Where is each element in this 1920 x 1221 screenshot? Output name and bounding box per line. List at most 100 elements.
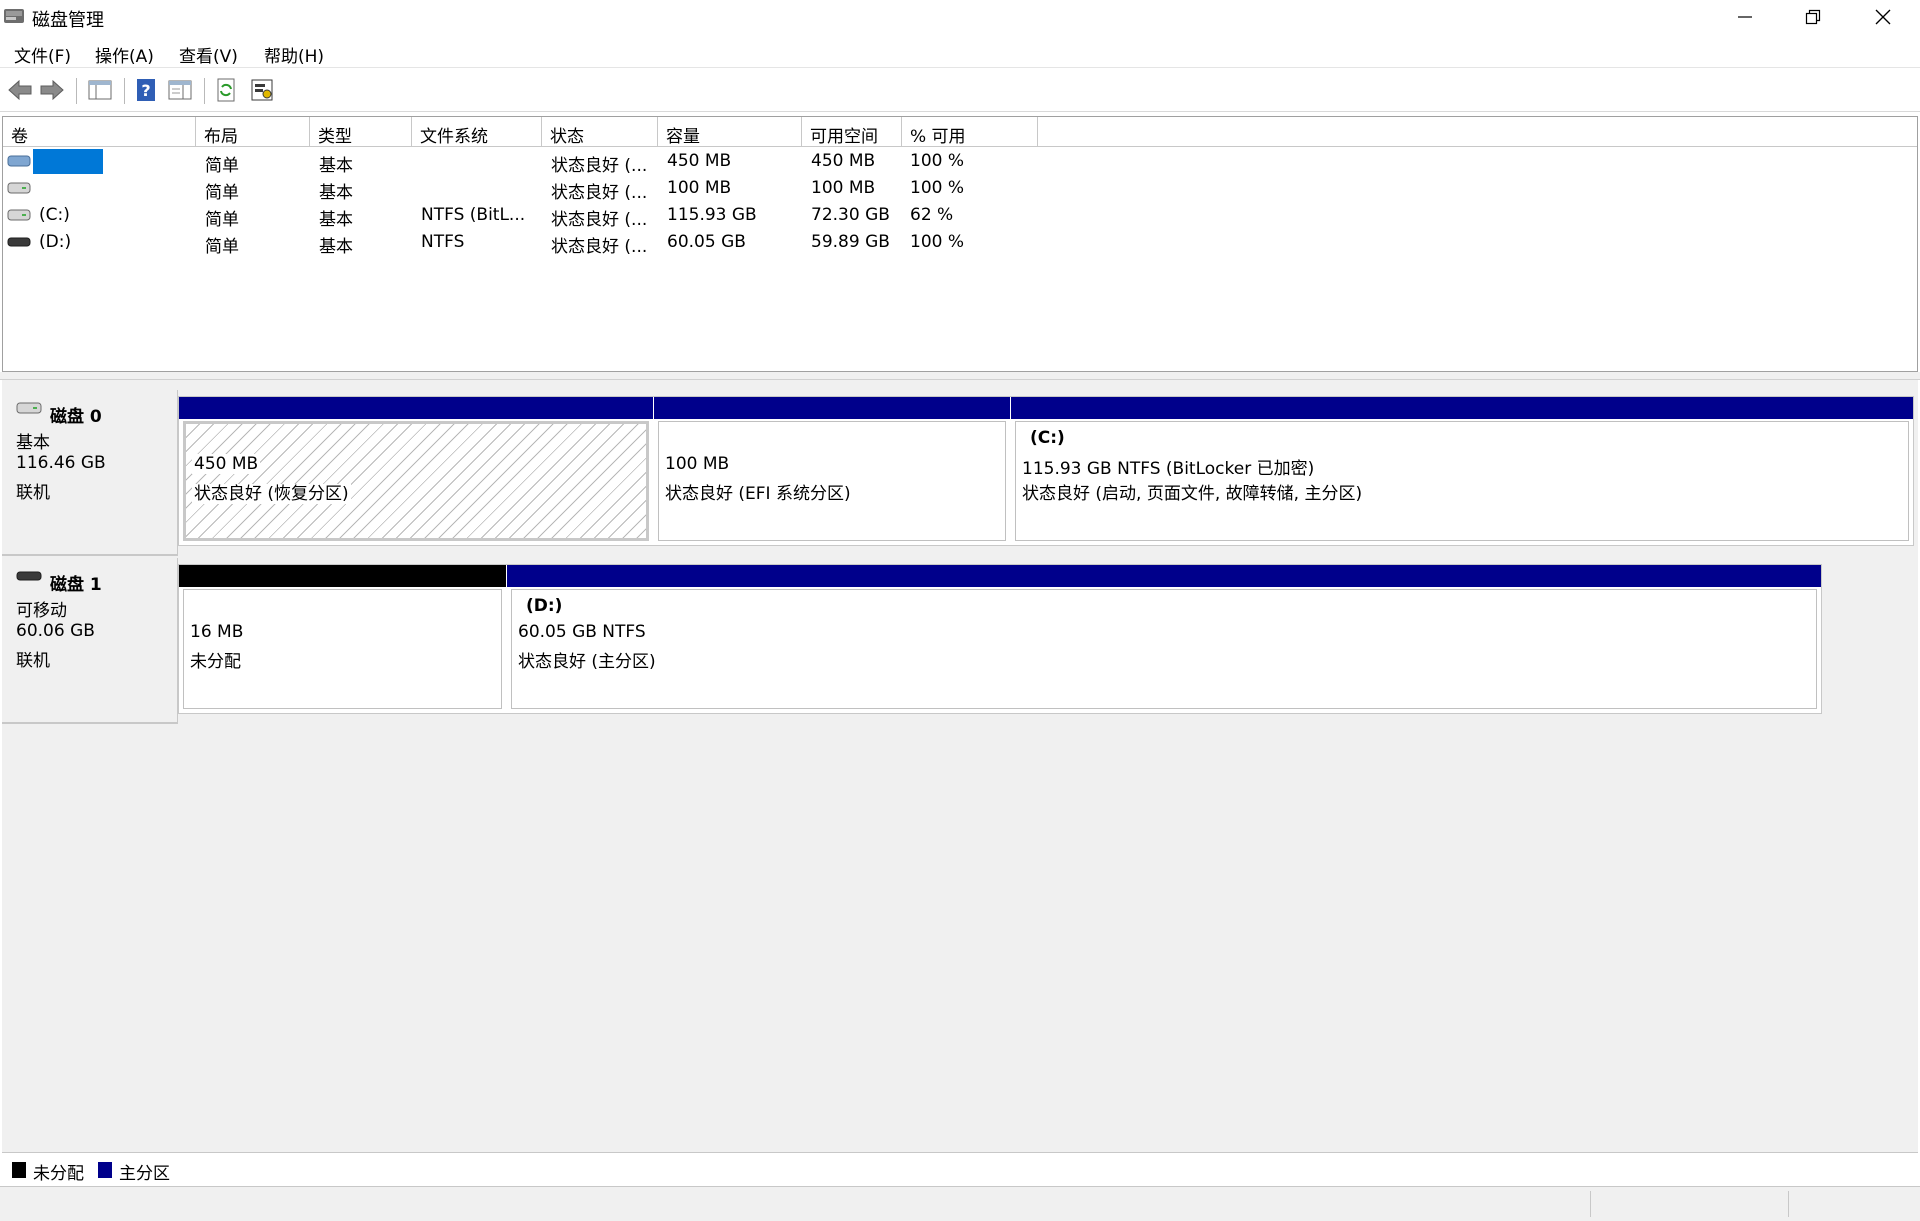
cell-free-space: 72.30 GB	[811, 205, 890, 225]
disk-name: 磁盘 0	[50, 407, 102, 427]
partition-body: 100 MB 状态良好 (EFI 系统分区)	[658, 421, 1006, 541]
partition-size: 450 MB	[192, 454, 261, 474]
cell-filesystem: NTFS	[421, 232, 465, 252]
volume-list[interactable]: 卷 布局 类型 文件系统 状态 容量 可用空间 % 可用 简单 基本 状态良好 …	[2, 116, 1918, 372]
close-icon	[1875, 9, 1891, 25]
toolbar-separator	[204, 78, 205, 104]
cell-layout: 简单	[205, 237, 239, 257]
toolbar: ?	[0, 70, 1920, 112]
help-button[interactable]: ?	[132, 76, 160, 104]
partition-efi[interactable]: 100 MB 状态良好 (EFI 系统分区)	[654, 397, 1010, 545]
forward-button[interactable]	[38, 76, 66, 104]
partition-letter: (D:)	[526, 596, 563, 616]
column-header-volume[interactable]: 卷	[3, 117, 196, 147]
cell-percent-free: 100 %	[910, 232, 965, 252]
partition-size: 16 MB	[190, 622, 244, 642]
drive-icon	[7, 209, 31, 221]
partition-recovery[interactable]: 450 MB 状态良好 (恢复分区)	[179, 397, 653, 545]
toolbar-separator	[124, 78, 125, 104]
cell-percent-free: 100 %	[910, 151, 965, 171]
back-button[interactable]	[6, 76, 34, 104]
properties-button[interactable]	[248, 76, 276, 104]
disk-name: 磁盘 1	[50, 575, 102, 595]
menu-help[interactable]: 帮助(H)	[264, 42, 324, 67]
refresh-button[interactable]	[212, 76, 240, 104]
cell-layout: 简单	[205, 183, 239, 203]
restore-button[interactable]	[1778, 0, 1848, 34]
disk-kind: 可移动	[16, 601, 67, 621]
cell-layout: 简单	[205, 210, 239, 230]
partition-unallocated[interactable]: 16 MB 未分配	[179, 565, 506, 713]
table-row[interactable]: (D:) 简单 基本 NTFS 状态良好 (... 60.05 GB 59.89…	[3, 229, 1103, 257]
partition-d[interactable]: (D:) 60.05 GB NTFS 状态良好 (主分区)	[507, 565, 1821, 713]
cell-capacity: 115.93 GB	[667, 205, 757, 225]
title-bar: 磁盘管理	[0, 0, 1920, 34]
partition-status: 状态良好 (启动, 页面文件, 故障转储, 主分区)	[1022, 484, 1363, 504]
removable-disk-icon	[16, 571, 42, 581]
column-header-free-space[interactable]: 可用空间	[802, 117, 902, 147]
help-icon: ?	[137, 79, 155, 101]
column-header-type[interactable]: 类型	[310, 117, 412, 147]
table-row[interactable]: (C:) 简单 基本 NTFS (BitL... 状态良好 (... 115.9…	[3, 202, 1103, 230]
cell-free-space: 450 MB	[811, 151, 876, 171]
disk-0-info[interactable]: 磁盘 0 基本 116.46 GB 联机	[2, 390, 178, 556]
pane-splitter[interactable]	[0, 372, 1920, 380]
cell-status: 状态良好 (...	[551, 210, 648, 230]
table-row[interactable]: 简单 基本 状态良好 (... 450 MB 450 MB 100 %	[3, 148, 1103, 176]
column-header-status[interactable]: 状态	[542, 117, 658, 147]
disk-size: 116.46 GB	[16, 453, 106, 473]
partition-status: 状态良好 (恢复分区)	[192, 484, 351, 504]
disk-state: 联机	[16, 483, 50, 503]
details-pane-icon	[168, 80, 192, 100]
cell-type: 基本	[319, 237, 353, 257]
partition-status: 状态良好 (EFI 系统分区)	[665, 484, 851, 504]
properties-icon	[251, 79, 273, 101]
disk-management-app-icon	[4, 9, 24, 23]
partition-c[interactable]: (C:) 115.93 GB NTFS (BitLocker 已加密) 状态良好…	[1011, 397, 1913, 545]
cell-free-space: 59.89 GB	[811, 232, 890, 252]
column-header-filesystem[interactable]: 文件系统	[412, 117, 542, 147]
svg-text:?: ?	[141, 81, 150, 100]
disk-state: 联机	[16, 651, 50, 671]
volume-icon	[7, 155, 31, 167]
partition-color-bar	[507, 565, 1821, 587]
partition-color-bar	[1011, 397, 1913, 419]
cell-layout: 简单	[205, 156, 239, 176]
removable-drive-icon	[7, 237, 31, 247]
console-tree-button[interactable]	[86, 76, 114, 104]
window-title: 磁盘管理	[32, 10, 104, 31]
cell-status: 状态良好 (...	[551, 156, 648, 176]
cell-capacity: 450 MB	[667, 151, 732, 171]
disk-0-partitions: 450 MB 状态良好 (恢复分区) 100 MB 状态良好 (EFI 系统分区…	[178, 396, 1914, 546]
hard-disk-icon	[16, 402, 42, 414]
column-header-capacity[interactable]: 容量	[658, 117, 802, 147]
disk-kind: 基本	[16, 433, 50, 453]
partition-body: 16 MB 未分配	[183, 589, 502, 709]
table-row[interactable]: 简单 基本 状态良好 (... 100 MB 100 MB 100 %	[3, 175, 1103, 203]
volume-name-selected[interactable]	[33, 149, 103, 174]
details-pane-button[interactable]	[166, 76, 194, 104]
menu-bar: 文件(F) 操作(A) 查看(V) 帮助(H)	[0, 36, 1920, 68]
close-button[interactable]	[1848, 0, 1918, 34]
column-header-percent-free[interactable]: % 可用	[902, 117, 1038, 147]
status-bar	[0, 1186, 1920, 1221]
column-header-layout[interactable]: 布局	[196, 117, 310, 147]
minimize-button[interactable]	[1710, 0, 1780, 34]
back-arrow-icon	[8, 79, 32, 101]
partition-color-bar	[179, 397, 653, 419]
toolbar-separator	[76, 78, 77, 104]
menu-action[interactable]: 操作(A)	[95, 42, 154, 67]
menu-file[interactable]: 文件(F)	[14, 42, 71, 67]
partition-body: (C:) 115.93 GB NTFS (BitLocker 已加密) 状态良好…	[1015, 421, 1909, 541]
menu-view[interactable]: 查看(V)	[179, 42, 238, 67]
disk-size: 60.06 GB	[16, 621, 95, 641]
partition-status: 未分配	[190, 652, 241, 672]
legend-primary-label: 主分区	[119, 1164, 170, 1184]
cell-status: 状态良好 (...	[551, 183, 648, 203]
cell-percent-free: 100 %	[910, 178, 965, 198]
disk-1-info[interactable]: 磁盘 1 可移动 60.06 GB 联机	[2, 558, 178, 724]
console-tree-icon	[88, 80, 112, 100]
partition-status: 状态良好 (主分区)	[518, 652, 656, 672]
legend-primary-swatch	[98, 1162, 112, 1178]
partition-size: 115.93 GB NTFS (BitLocker 已加密)	[1022, 459, 1315, 479]
